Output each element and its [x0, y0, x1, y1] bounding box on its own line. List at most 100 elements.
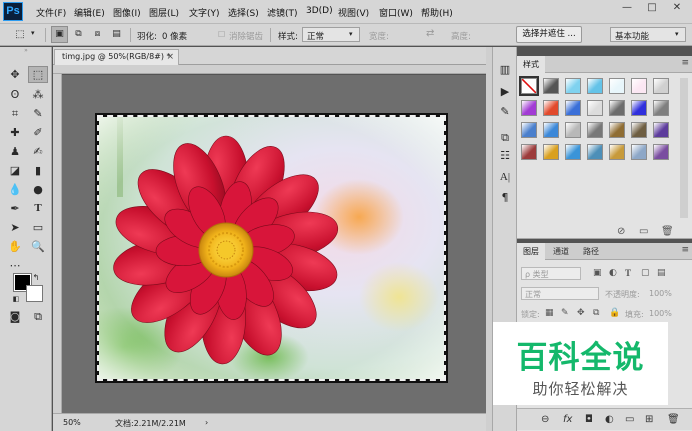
menu-image[interactable]: 图像(I) — [113, 6, 141, 19]
close-icon[interactable]: ✕ — [666, 2, 688, 16]
style-swatch[interactable] — [565, 144, 581, 160]
menu-filter[interactable]: 滤镜(T) — [267, 6, 298, 19]
canvas-area[interactable] — [62, 75, 486, 413]
lock-image-icon[interactable]: ✎ — [561, 308, 569, 318]
style-swatch[interactable] — [631, 100, 647, 116]
menu-window[interactable]: 窗口(W) — [379, 6, 413, 19]
brush-tool-icon[interactable]: ✐ — [28, 124, 48, 141]
hand-tool-icon[interactable]: ✋ — [5, 238, 25, 255]
subtract-selection-icon[interactable]: ⧈ — [89, 26, 106, 43]
fill-value[interactable]: 100% — [649, 309, 672, 318]
select-and-mask-button[interactable]: 选择并遮住 ... — [516, 26, 582, 43]
lock-all-icon[interactable]: 🔒 — [609, 308, 620, 318]
panel-menu-icon[interactable]: ≡ — [681, 58, 689, 68]
chevron-down-icon[interactable]: ▾ — [31, 29, 35, 37]
style-swatch[interactable] — [609, 144, 625, 160]
filter-adjustment-icon[interactable]: ◐ — [609, 268, 617, 278]
filter-pixel-icon[interactable]: ▣ — [593, 268, 602, 278]
paragraph-panel-icon[interactable]: ¶ — [496, 189, 514, 206]
new-layer-icon[interactable]: ⊞ — [645, 414, 653, 425]
style-swatch[interactable] — [521, 122, 537, 138]
quick-mask-icon[interactable]: ◙ — [5, 308, 25, 325]
style-swatch[interactable] — [653, 144, 669, 160]
style-swatch[interactable] — [565, 122, 581, 138]
marquee-selection[interactable] — [97, 115, 446, 381]
style-swatch[interactable] — [565, 100, 581, 116]
styles-scrollbar[interactable] — [680, 78, 688, 218]
tab-paths[interactable]: 路径 — [577, 243, 605, 260]
add-selection-icon[interactable]: ⧉ — [70, 26, 87, 43]
feather-input[interactable]: 0 像素 — [160, 27, 210, 42]
background-color-swatch[interactable] — [26, 285, 43, 302]
filter-smart-object-icon[interactable]: ▤ — [657, 268, 666, 278]
default-colors-icon[interactable]: ◧ — [11, 291, 21, 308]
marquee-tool-icon[interactable]: ⬚ — [28, 66, 48, 83]
document-tab[interactable]: timg.jpg @ 50%(RGB/8#) * × — [54, 49, 179, 65]
swap-icon[interactable]: ⇄ — [426, 28, 434, 39]
adjustment-layer-icon[interactable]: ◐ — [605, 414, 614, 425]
marquee-preset-icon[interactable]: ⬚ — [10, 26, 30, 43]
style-swatch[interactable] — [587, 144, 603, 160]
style-swatch[interactable] — [543, 100, 559, 116]
lock-position-icon[interactable]: ✥ — [577, 308, 585, 318]
vertical-ruler[interactable] — [53, 74, 62, 413]
menu-view[interactable]: 视图(V) — [338, 6, 369, 19]
adjustments-panel-icon[interactable]: ☷ — [496, 147, 514, 164]
add-mask-icon[interactable]: ◘ — [585, 414, 593, 425]
new-selection-icon[interactable]: ▣ — [51, 26, 68, 43]
eraser-tool-icon[interactable]: ◪ — [5, 162, 25, 179]
close-tab-icon[interactable]: × — [166, 50, 174, 64]
eyedropper-tool-icon[interactable]: ✎ — [28, 105, 48, 122]
blur-tool-icon[interactable]: 💧 — [5, 181, 25, 198]
workspace-select[interactable]: 基本功能 ▾ — [610, 27, 686, 42]
healing-brush-tool-icon[interactable]: ✚ — [5, 124, 25, 141]
history-brush-tool-icon[interactable]: ✍ — [28, 143, 48, 160]
style-swatch[interactable] — [543, 78, 559, 94]
style-swatch[interactable] — [519, 76, 539, 96]
layer-filter-select[interactable]: ρ 类型 — [521, 267, 581, 280]
clear-style-icon[interactable]: ⊘ — [617, 226, 625, 237]
crop-tool-icon[interactable]: ⌗ — [5, 105, 25, 122]
restore-icon[interactable]: □ — [641, 2, 663, 16]
style-swatch[interactable] — [653, 78, 669, 94]
style-swatch[interactable] — [653, 100, 669, 116]
properties-panel-icon[interactable]: ✎ — [496, 103, 514, 120]
zoom-level[interactable]: 50% — [63, 418, 81, 427]
document-info[interactable]: 文档:2.21M/2.21M — [115, 418, 186, 429]
character-panel-icon[interactable]: A| — [496, 169, 514, 186]
style-swatch[interactable] — [587, 78, 603, 94]
link-layers-icon[interactable]: ⊖ — [541, 414, 549, 425]
tab-channels[interactable]: 通道 — [547, 243, 575, 260]
new-group-icon[interactable]: ▭ — [625, 414, 634, 425]
style-swatch[interactable] — [587, 100, 603, 116]
screen-mode-icon[interactable]: ⧉ — [28, 308, 48, 325]
history-panel-icon[interactable]: ▥ — [496, 61, 514, 78]
toolbar-grip-icon[interactable]: » — [4, 48, 48, 54]
blend-mode-select[interactable]: 正常 — [521, 287, 599, 300]
menu-type[interactable]: 文字(Y) — [189, 6, 220, 19]
delete-style-icon[interactable]: 🗑 — [661, 226, 674, 237]
style-swatch[interactable] — [631, 122, 647, 138]
delete-layer-icon[interactable]: 🗑 — [667, 414, 680, 425]
tab-layers[interactable]: 图层 — [517, 243, 545, 260]
style-swatch[interactable] — [609, 100, 625, 116]
new-style-icon[interactable]: ▭ — [639, 226, 648, 237]
minimize-icon[interactable]: — — [616, 2, 638, 16]
style-swatch[interactable] — [631, 144, 647, 160]
opacity-value[interactable]: 100% — [649, 289, 672, 298]
style-swatch[interactable] — [609, 122, 625, 138]
menu-help[interactable]: 帮助(H) — [421, 6, 453, 19]
antialias-checkbox-icon[interactable]: ☐ — [218, 30, 225, 39]
menu-select[interactable]: 选择(S) — [228, 6, 259, 19]
menu-layer[interactable]: 图层(L) — [149, 6, 179, 19]
style-swatch[interactable] — [565, 78, 581, 94]
actions-panel-icon[interactable]: ▶ — [496, 83, 514, 100]
gradient-tool-icon[interactable]: ▮ — [28, 162, 48, 179]
path-selection-tool-icon[interactable]: ➤ — [5, 219, 25, 236]
intersect-selection-icon[interactable]: ▤ — [108, 26, 125, 43]
dodge-tool-icon[interactable]: ● — [28, 181, 48, 198]
tab-styles[interactable]: 样式 — [517, 56, 545, 73]
style-swatch[interactable] — [521, 100, 537, 116]
image-canvas[interactable] — [95, 113, 448, 383]
edit-toolbar-icon[interactable]: ⋯ — [5, 257, 25, 274]
